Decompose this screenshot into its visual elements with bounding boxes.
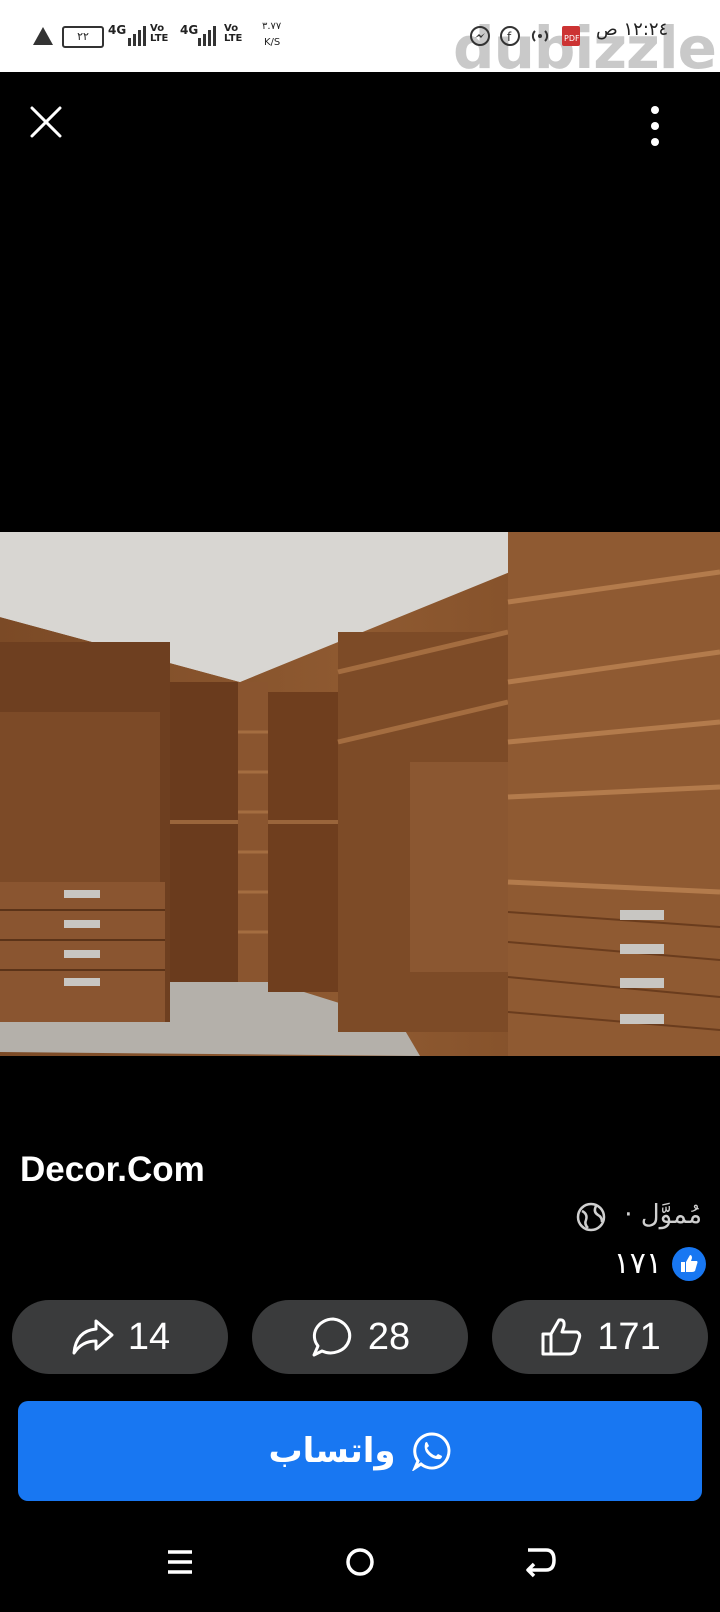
more-vertical-icon (651, 106, 659, 146)
whatsapp-icon (411, 1432, 450, 1471)
signal-bars-2-icon (198, 26, 216, 46)
close-icon (30, 106, 62, 138)
notification-icon (33, 27, 53, 45)
comment-button[interactable]: 28 (252, 1300, 468, 1374)
svg-text:f: f (507, 30, 512, 44)
likes-summary[interactable]: ١٧١ (614, 1246, 706, 1281)
status-time: ١٢:٢٤ ص (596, 19, 669, 40)
messenger-icon (470, 26, 490, 46)
home-circle-icon (346, 1548, 374, 1576)
back-button[interactable] (518, 1540, 562, 1584)
battery-indicator: ٢٢ (62, 26, 104, 48)
home-button[interactable] (338, 1540, 382, 1584)
pdf-icon: PDF (562, 26, 580, 46)
comment-count: 28 (367, 1315, 411, 1358)
share-count: 14 (127, 1315, 171, 1358)
thumbs-up-outline-icon (541, 1318, 582, 1356)
thumbs-up-icon (672, 1246, 706, 1281)
net-speed-unit: K/S (264, 37, 281, 48)
post-photo[interactable] (0, 532, 720, 1056)
volte-2: Vo LTE (224, 23, 243, 44)
likes-summary-count: ١٧١ (613, 1246, 662, 1281)
back-arrow-icon (526, 1548, 556, 1578)
signal-bars-icon (128, 26, 146, 46)
system-nav-bar (0, 1530, 720, 1600)
net-speed-value: ٣.٧٧ (262, 21, 282, 32)
hotspot-icon (531, 30, 549, 42)
volte-1: Vo LTE (150, 23, 169, 44)
facebook-icon: f (500, 26, 520, 46)
sponsored-label: مُموَّل · (624, 1200, 702, 1230)
wardrobe-illustration (0, 532, 720, 1056)
dubizzle-watermark: dubizzle (453, 14, 717, 82)
close-button[interactable] (24, 100, 68, 144)
svg-text:PDF: PDF (564, 34, 580, 43)
menu-lines-icon (168, 1550, 192, 1574)
globe-icon (576, 1202, 606, 1232)
share-arrow-icon (72, 1319, 114, 1355)
comment-bubble-icon (312, 1317, 352, 1357)
whatsapp-label: واتساب (268, 1431, 396, 1471)
like-count: 171 (597, 1315, 661, 1358)
whatsapp-button[interactable]: واتساب (18, 1401, 702, 1501)
share-button[interactable]: 14 (12, 1300, 228, 1374)
network-type-1: 4G (108, 23, 127, 37)
more-options-button[interactable] (640, 104, 670, 148)
like-button[interactable]: 171 (492, 1300, 708, 1374)
recent-apps-button[interactable] (158, 1540, 202, 1584)
status-bar: ٢٢ 4G Vo LTE 4G Vo LTE ٣.٧٧ K/S dubizzle… (0, 0, 720, 78)
page-name[interactable]: Decor.Com (20, 1150, 205, 1190)
